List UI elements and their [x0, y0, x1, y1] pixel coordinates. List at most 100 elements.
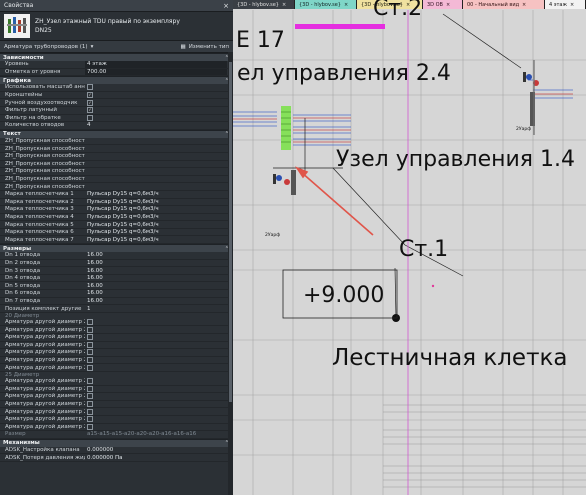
param-value[interactable] — [85, 423, 233, 431]
checkbox[interactable] — [87, 416, 93, 423]
param-row[interactable]: Марка теплосчетчика 6 Пульсар Dy15 q=0,6м… — [0, 229, 233, 237]
param-value[interactable]: ✓ — [85, 92, 233, 99]
param-value[interactable]: 16.00 — [85, 290, 233, 297]
param-row[interactable]: Арматура другой диаметр 20 О1 — [0, 319, 233, 327]
view-tab[interactable]: 4 этаж × — [545, 0, 586, 9]
param-row[interactable]: Арматура другой диаметр 25 О4 — [0, 401, 233, 409]
param-value[interactable] — [85, 357, 233, 364]
param-row[interactable]: Арматура другой диаметр 25 О1 — [0, 378, 233, 386]
scrollbar-thumb[interactable] — [229, 62, 232, 402]
param-value[interactable]: 16.00 — [85, 252, 233, 259]
param-value[interactable]: 4 этаж — [85, 61, 227, 68]
checkbox[interactable] — [87, 385, 93, 392]
param-row[interactable]: ADSK_Потеря давления жидкости0.000000 Па — [0, 454, 233, 462]
param-value[interactable]: Пульсар Dy15 q=0,6м3/ч — [85, 229, 233, 236]
param-value[interactable] — [85, 385, 233, 393]
param-value[interactable] — [85, 393, 233, 400]
param-row[interactable]: Арматура другой диаметр 20 О5 — [0, 349, 233, 357]
param-value[interactable] — [85, 408, 233, 415]
param-value[interactable]: 4 — [85, 122, 233, 129]
group-graphics[interactable]: Графика ⌃ — [0, 76, 233, 85]
close-tab-icon[interactable]: × — [522, 2, 526, 8]
param-value[interactable] — [85, 349, 233, 356]
param-row[interactable]: ZH_Пропускная способность 3-го отвода — [0, 153, 233, 161]
checkbox[interactable] — [87, 423, 93, 430]
checkbox[interactable] — [87, 341, 93, 348]
param-row[interactable]: Арматура другой диаметр 20 О3 — [0, 334, 233, 342]
param-value[interactable]: Пульсар Dy15 q=0,6м3/ч — [85, 214, 233, 221]
checkbox[interactable] — [87, 364, 93, 371]
param-value[interactable] — [85, 401, 233, 408]
param-value[interactable] — [85, 138, 233, 145]
param-value[interactable]: 16.00 — [85, 298, 233, 305]
view-tab[interactable]: {3D - hlybov.se} × — [295, 0, 357, 9]
checkbox[interactable] — [87, 357, 93, 364]
param-row[interactable]: Арматура другой диаметр 25 О5 — [0, 408, 233, 416]
param-row[interactable]: Dn 1 отвода 16.00 — [0, 252, 233, 260]
view-tab[interactable]: 3D OB × — [423, 0, 463, 9]
param-row[interactable]: ZH_Пропускная способность 5-го отвода — [0, 168, 233, 176]
checkbox[interactable]: ✓ — [87, 92, 93, 99]
group-dependencies[interactable]: Зависимости ⌃ — [0, 53, 233, 61]
param-row[interactable]: Количество отводов 4 — [0, 122, 233, 130]
param-value[interactable] — [85, 84, 233, 91]
param-row[interactable]: Арматура другой диаметр 25 О2 — [0, 385, 233, 394]
param-row[interactable]: Марка теплосчетчика 7 Пульсар Dy15 q=0,6м… — [0, 236, 233, 245]
param-row[interactable]: Фильтр на обратке — [0, 114, 233, 123]
param-value[interactable] — [85, 378, 233, 385]
param-row[interactable]: Dn 6 отвода 16.00 — [0, 290, 233, 298]
checkbox[interactable] — [87, 349, 93, 356]
param-row[interactable]: Dn 3 отвода 16.00 — [0, 267, 233, 275]
param-value[interactable]: Пульсар Dy15 q=0,6м3/ч — [85, 199, 233, 206]
param-row[interactable]: Арматура другой диаметр 20 О4 — [0, 341, 233, 350]
checkbox[interactable]: ✓ — [87, 99, 93, 106]
param-row[interactable]: Dn 4 отвода 16.00 — [0, 275, 233, 283]
param-value[interactable]: 16.00 — [85, 267, 233, 274]
view-tab[interactable]: {3D - hlybov.se} × — [233, 0, 295, 9]
param-value[interactable] — [85, 153, 233, 160]
close-tab-icon[interactable]: × — [570, 2, 574, 8]
param-value[interactable]: Пульсар Dy15 q=0,6м3/ч — [85, 206, 233, 213]
group-text[interactable]: Текст ⌃ — [0, 129, 233, 138]
param-value[interactable] — [85, 168, 233, 175]
param-row[interactable]: ZH_Пропускная способность 1-го отвода — [0, 138, 233, 146]
param-row[interactable]: Dn 5 отвода 16.00 — [0, 282, 233, 291]
param-value[interactable]: 16.00 — [85, 275, 233, 282]
param-row[interactable]: Арматура другой диаметр 20 О7 — [0, 364, 233, 372]
param-value[interactable] — [85, 114, 233, 122]
param-value[interactable]: ✓ — [85, 107, 233, 114]
checkbox[interactable] — [87, 326, 93, 333]
edit-type-button[interactable]: ▦ Изменить тип — [180, 44, 229, 50]
param-value[interactable]: Пульсар Dy15 q=0,6м3/ч — [85, 236, 233, 243]
param-value[interactable]: 1 — [85, 305, 233, 312]
checkbox[interactable] — [87, 401, 93, 408]
param-value[interactable]: 0.000000 Па — [85, 454, 233, 461]
param-row[interactable]: Отметка от уровня 700.00 — [0, 68, 233, 77]
close-icon[interactable]: × — [223, 2, 229, 10]
drawing-canvas[interactable]: {3D - hlybov.se} × {3D - hlybov.se} × {3D - … — [233, 0, 586, 495]
category-filter-dropdown[interactable]: Арматура трубопроводов (1) ▾ — [4, 44, 93, 50]
param-row[interactable]: Dn 2 отвода 16.00 — [0, 260, 233, 268]
param-row[interactable]: Кронштейны ✓ — [0, 92, 233, 100]
param-row[interactable]: Марка теплосчетчика 2 Пульсар Dy15 q=0,6м… — [0, 199, 233, 207]
param-row[interactable]: Арматура другой диаметр 20 О6 — [0, 357, 233, 365]
param-row[interactable]: Позиция комплект другие 1 — [0, 305, 233, 313]
param-value[interactable] — [85, 176, 233, 183]
checkbox[interactable] — [87, 393, 93, 400]
param-row[interactable]: Марка теплосчетчика 3 Пульсар Dy15 q=0,6м… — [0, 206, 233, 214]
param-value[interactable]: Пульсар Dy15 q=0,6м3/ч — [85, 191, 233, 198]
param-row[interactable]: ZH_Пропускная способность 7-го отвода — [0, 183, 233, 191]
view-tab[interactable]: 00 - Начальный вид × — [463, 0, 545, 9]
param-row[interactable]: ZH_Пропускная способность 6-го отвода — [0, 176, 233, 184]
param-row[interactable]: Использовать масштаб аннотаций — [0, 84, 233, 92]
param-row[interactable]: Уровень 4 этаж — [0, 61, 233, 69]
group-mechanisms[interactable]: Механизмы ⌃ — [0, 438, 233, 447]
type-selector[interactable]: ZH_Узел этажный TDU правый по экземпляру… — [0, 12, 233, 40]
param-row[interactable]: Марка теплосчетчика 1 Пульсар Dy15 q=0,6м… — [0, 191, 233, 199]
param-value[interactable]: Пульсар Dy15 q=0,6м3/ч — [85, 221, 233, 228]
param-row[interactable]: Арматура другой диаметр 25 О3 — [0, 393, 233, 401]
checkbox[interactable] — [87, 334, 93, 341]
param-value[interactable]: 0.000000 — [85, 447, 233, 454]
param-value[interactable] — [85, 416, 233, 423]
param-row[interactable]: Фильтр латунный ✓ — [0, 107, 233, 115]
